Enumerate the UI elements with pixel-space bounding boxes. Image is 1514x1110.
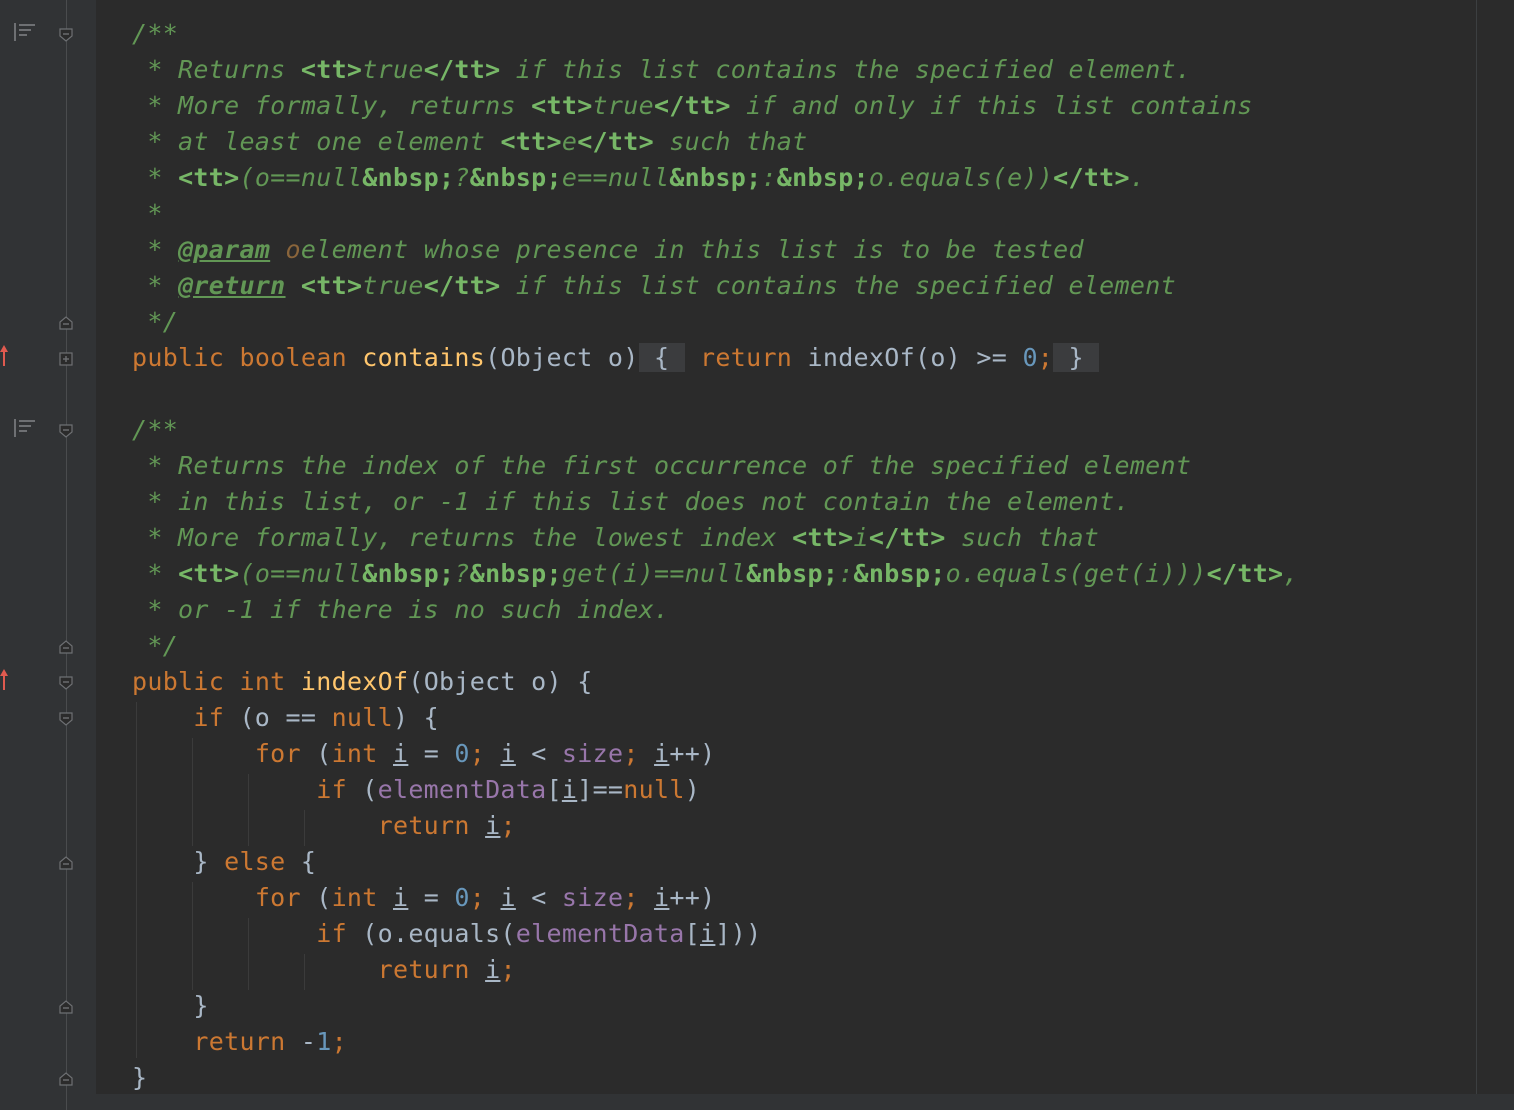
code-line[interactable]: if (elementData[i]==null) — [132, 772, 700, 808]
code-line[interactable]: * <tt>(o==null&nbsp;?&nbsp;e==null&nbsp;… — [132, 160, 1145, 196]
code-line[interactable]: public int indexOf(Object o) { — [132, 664, 593, 700]
code-line[interactable]: if (o == null) { — [132, 700, 439, 736]
code-line[interactable]: } — [132, 988, 209, 1024]
code-line[interactable]: * @return <tt>true</tt> if this list con… — [132, 268, 1176, 304]
code-line[interactable]: /** — [132, 16, 178, 52]
overrides-method-arrow-icon[interactable] — [0, 668, 10, 692]
fold-gutter-line — [66, 0, 67, 1110]
code-line[interactable]: * Returns the index of the first occurre… — [132, 448, 1191, 484]
code-line[interactable]: return i; — [132, 808, 516, 844]
code-line[interactable]: return i; — [132, 952, 516, 988]
editor-gutter[interactable] — [0, 0, 96, 1110]
code-line[interactable]: * More formally, returns <tt>true</tt> i… — [132, 88, 1253, 124]
right-margin-guide — [1476, 0, 1477, 1110]
code-editor[interactable]: /** * Returns <tt>true</tt> if this list… — [0, 0, 1514, 1110]
fold-end-icon[interactable] — [59, 640, 73, 654]
code-line[interactable]: for (int i = 0; i < size; i++) — [132, 880, 715, 916]
code-line[interactable]: * or -1 if there is no such index. — [132, 592, 669, 628]
fold-collapse-icon[interactable] — [59, 28, 73, 42]
rendered-doc-icon[interactable] — [14, 418, 36, 438]
fold-collapse-icon[interactable] — [59, 712, 73, 726]
fold-end-icon[interactable] — [59, 1072, 73, 1086]
code-line[interactable]: * at least one element <tt>e</tt> such t… — [132, 124, 807, 160]
fold-collapse-icon[interactable] — [59, 424, 73, 438]
code-line[interactable]: for (int i = 0; i < size; i++) — [132, 736, 715, 772]
rendered-doc-icon[interactable] — [14, 22, 36, 42]
horizontal-scrollbar-area[interactable] — [96, 1094, 1514, 1110]
code-line[interactable]: } — [132, 1060, 147, 1096]
fold-end-icon[interactable] — [59, 1000, 73, 1014]
code-line[interactable]: * @param oelement whose presence in this… — [132, 232, 1084, 268]
code-line[interactable]: * <tt>(o==null&nbsp;?&nbsp;get(i)==null&… — [132, 556, 1299, 592]
fold-end-icon[interactable] — [59, 856, 73, 870]
code-line[interactable]: * Returns <tt>true</tt> if this list con… — [132, 52, 1191, 88]
code-line[interactable]: * More formally, returns the lowest inde… — [132, 520, 1099, 556]
code-line[interactable]: public boolean contains(Object o) { retu… — [132, 340, 1100, 376]
fold-collapse-icon[interactable] — [59, 676, 73, 690]
code-line[interactable]: * in this list, or -1 if this list does … — [132, 484, 1130, 520]
code-line[interactable]: */ — [132, 304, 178, 340]
fold-expand-icon[interactable] — [59, 352, 73, 366]
code-line[interactable]: } else { — [132, 844, 316, 880]
code-line[interactable]: */ — [132, 628, 178, 664]
code-line[interactable]: * — [132, 196, 163, 232]
fold-end-icon[interactable] — [59, 316, 73, 330]
overrides-method-arrow-icon[interactable] — [0, 344, 10, 368]
code-line[interactable]: /** — [132, 412, 178, 448]
code-line[interactable]: if (o.equals(elementData[i])) — [132, 916, 761, 952]
code-line[interactable]: return -1; — [132, 1024, 347, 1060]
